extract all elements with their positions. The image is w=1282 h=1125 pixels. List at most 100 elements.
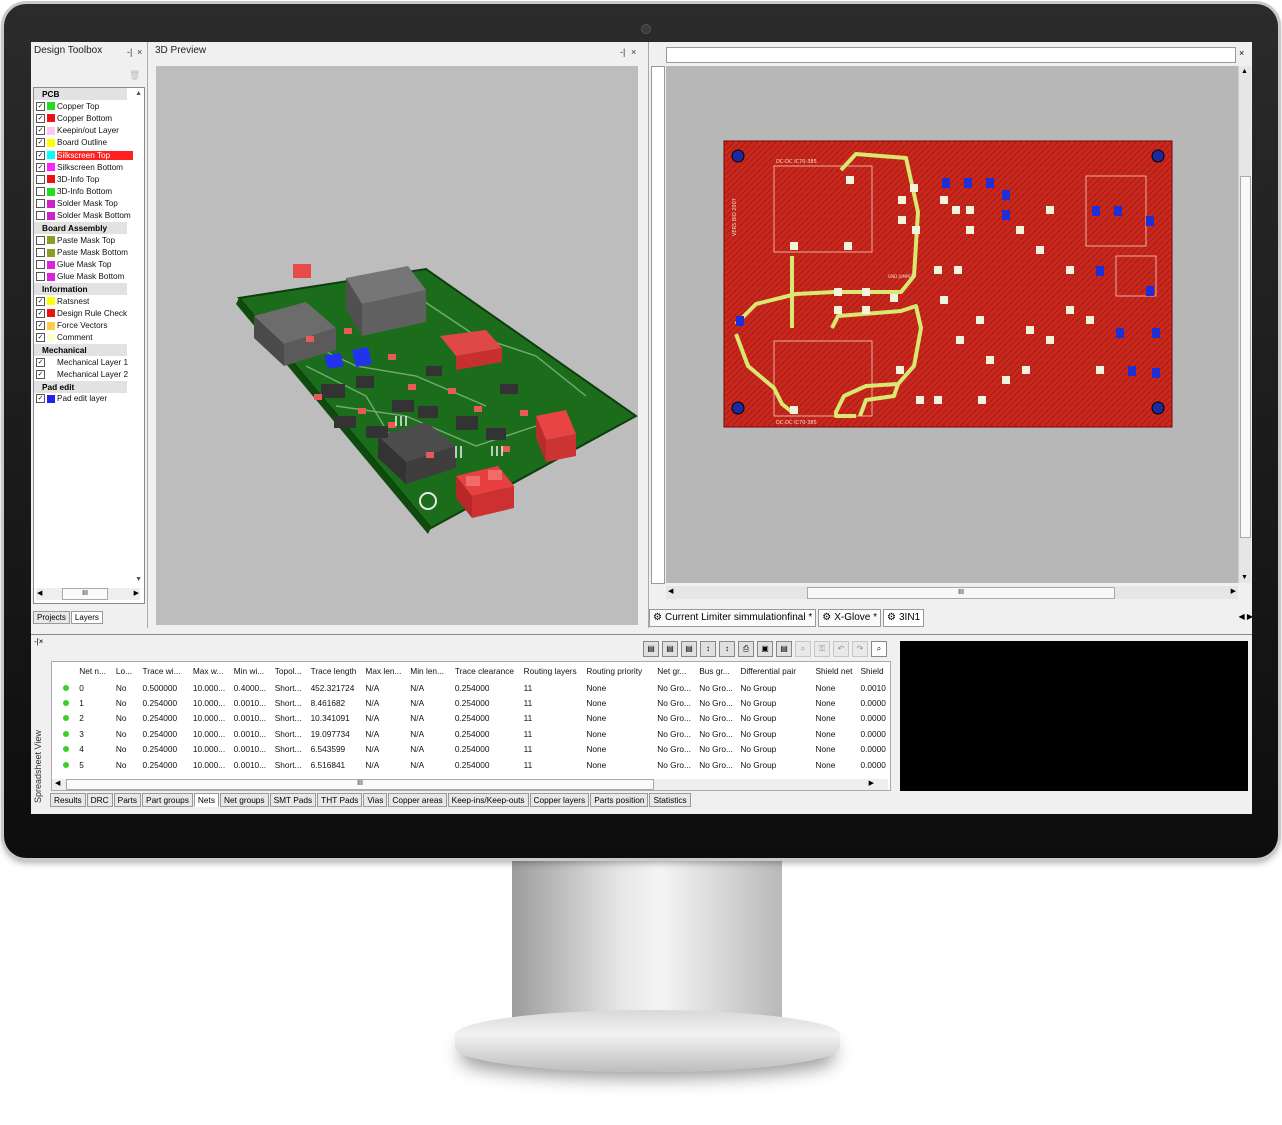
scroll-right-icon[interactable]: ▶ [1231,587,1236,595]
table-cell[interactable]: None [584,742,655,757]
layer-color-swatch[interactable] [47,199,55,208]
table-cell[interactable]: N/A [363,757,408,772]
layer-row[interactable]: Solder Mask Bottom [34,210,144,222]
table-cell[interactable]: N/A [408,711,453,726]
table-row[interactable]: 4 No 0.254000 10.000... 0.0010... Short... 6.5… [52,742,890,757]
table-row[interactable]: 1 No 0.254000 10.000... 0.0010... Short... 8.4… [52,695,890,710]
table-cell[interactable]: 11 [522,757,585,772]
column-header[interactable]: Lo... [114,662,141,680]
zoom-icon[interactable]: ⌕ [871,641,887,657]
column-header[interactable]: Bus gr... [697,662,738,680]
table-cell[interactable]: 10.000... [191,711,232,726]
table-cell[interactable]: 0.0010 [859,680,891,695]
table-cell[interactable]: N/A [408,695,453,710]
layer-row[interactable]: ✓ Force Vectors [34,320,144,332]
checkbox-checked[interactable]: ✓ [36,126,45,136]
table-cell[interactable]: 10.000... [191,757,232,772]
checkbox-checked[interactable]: ✓ [36,394,45,404]
table-cell[interactable]: No [114,757,141,772]
doc-tab-x-glove[interactable]: ⚙ X-Glove * [818,609,882,627]
undo-icon[interactable]: ↶ [833,641,849,657]
checkbox-checked[interactable]: ✓ [36,308,45,318]
table-cell[interactable]: 6.516841 [309,757,364,772]
checkbox-checked[interactable]: ✓ [36,321,45,331]
checkbox-unchecked[interactable] [36,187,45,197]
table-cell[interactable]: No [114,680,141,695]
scroll-right-icon[interactable]: ▶ [134,589,139,597]
checkbox-checked[interactable]: ✓ [36,138,45,148]
settings-icon[interactable]: ▤ [776,641,792,657]
delete-icon[interactable]: 🗑 [129,70,140,81]
print-icon[interactable]: ⎙ [738,641,754,657]
preview-icon[interactable]: ▣ [757,641,773,657]
export-icon[interactable]: ▤ [643,641,659,657]
table-cell[interactable]: No Group [738,742,813,757]
tab-nets[interactable]: Nets [193,793,219,807]
layer-row[interactable]: ✓ Board Outline [34,137,144,149]
checkbox-unchecked[interactable] [36,260,45,270]
tab-smt-pads[interactable]: SMT Pads [269,793,317,807]
tab-vias[interactable]: Vias [363,793,388,807]
checkbox-unchecked[interactable] [36,235,45,245]
table-cell[interactable]: Short... [273,711,309,726]
table-cell[interactable]: 0.0000 [859,726,891,741]
layer-color-swatch[interactable] [47,309,55,318]
layer-row[interactable]: ✓ Comment [34,332,144,344]
tab-copper-layers[interactable]: Copper layers [529,793,590,807]
table-cell[interactable]: Short... [273,757,309,772]
layer-color-swatch[interactable] [47,175,55,184]
tab-parts-position[interactable]: Parts position [590,793,649,807]
layer-color-swatch[interactable] [47,163,55,172]
doc-tab-current-limiter[interactable]: ⚙ Current Limiter simmulationfinal * [649,609,817,627]
table-cell[interactable]: 11 [522,742,585,757]
layer-color-swatch[interactable] [47,297,55,306]
table-cell[interactable]: N/A [363,680,408,695]
table-cell[interactable]: No Group [738,711,813,726]
redo-icon[interactable]: ↷ [852,641,868,657]
table-cell[interactable]: 0.254000 [453,695,522,710]
table-cell[interactable]: No Gro... [697,680,738,695]
column-header[interactable]: Routing priority [584,662,655,680]
layer-row[interactable]: ✓ Silkscreen Top [34,149,144,161]
table-cell[interactable]: 0.0010... [232,711,273,726]
column-header[interactable]: Trace wi... [141,662,191,680]
pin-icon[interactable]: -|× [34,637,43,646]
table-hscroll[interactable]: ◀ III ▶ [52,779,888,790]
table-cell[interactable]: 0.0010... [232,726,273,741]
layer-color-swatch[interactable] [47,370,55,378]
table-cell[interactable]: 0.254000 [453,711,522,726]
table-cell[interactable]: 0.0000 [859,695,891,710]
layer-color-swatch[interactable] [47,272,55,281]
scroll-right-icon[interactable]: ▶ [869,779,874,787]
table-cell[interactable]: N/A [363,742,408,757]
layer-group-header[interactable]: Board Assembly [34,222,127,235]
table-cell[interactable]: None [584,757,655,772]
lock-icon[interactable]: ⚿ [814,641,830,657]
scroll-up-icon[interactable]: ▲ [1241,68,1248,75]
table-cell[interactable]: N/A [363,726,408,741]
table-cell[interactable]: No Group [738,680,813,695]
scroll-left-icon[interactable]: ◀ [37,589,42,597]
layer-color-swatch[interactable] [47,211,55,220]
table-cell[interactable]: 0.0000 [859,742,891,757]
copy-icon[interactable]: ▤ [681,641,697,657]
table-cell[interactable]: No [114,711,141,726]
tab-results[interactable]: Results [50,793,86,807]
checkbox-unchecked[interactable] [36,174,45,184]
layer-row[interactable]: ✓ Ratsnest [34,295,144,307]
table-cell[interactable]: 0.0010... [232,742,273,757]
layer-hscroll[interactable]: ◀ III ▶ [36,588,140,600]
layer-row[interactable]: ✓ Copper Top [34,100,144,112]
table-cell[interactable]: No Gro... [655,742,697,757]
table-cell[interactable]: 5 [77,757,114,772]
table-cell[interactable]: 0.500000 [141,680,191,695]
table-cell[interactable]: No Group [738,757,813,772]
layer-color-swatch[interactable] [47,236,55,245]
table-cell[interactable]: No Gro... [655,695,697,710]
scroll-left-icon[interactable]: ◀ [668,587,673,595]
table-row[interactable]: 0 No 0.500000 10.000... 0.4000... Short... 452… [52,680,890,695]
table-cell[interactable]: No [114,695,141,710]
table-cell[interactable]: 11 [522,711,585,726]
table-row[interactable]: 2 No 0.254000 10.000... 0.0010... Short... 10.… [52,711,890,726]
table-cell[interactable]: 0.254000 [453,742,522,757]
